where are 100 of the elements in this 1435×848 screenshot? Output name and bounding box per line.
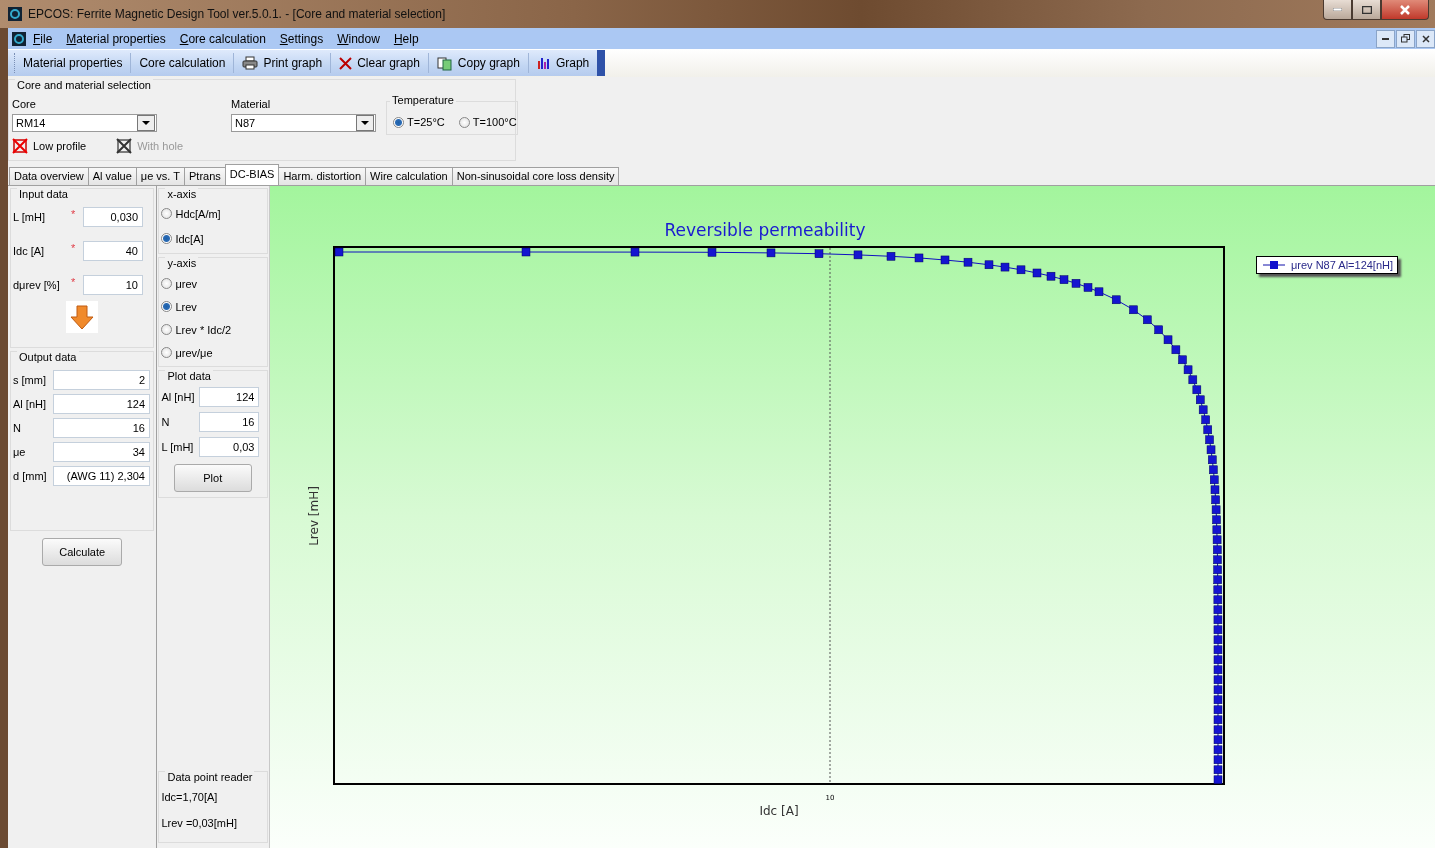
output-field[interactable]: 34 <box>53 442 150 462</box>
radio-button[interactable] <box>161 301 173 312</box>
close-button[interactable] <box>1381 0 1429 20</box>
radio-label: T=100°C <box>472 116 517 128</box>
radio-label: Lrev <box>175 300 197 313</box>
input-field[interactable]: 0,030 <box>83 207 143 227</box>
x-axis-label: Idc [A] <box>759 804 799 818</box>
group-title: Output data <box>17 351 79 363</box>
toolbar-button[interactable]: Clear graph <box>330 53 428 73</box>
plot-button[interactable]: Plot <box>173 464 252 492</box>
radio-label: T=25°C <box>407 116 445 128</box>
required-mark: * <box>71 276 77 288</box>
output-field[interactable]: 16 <box>53 418 150 438</box>
tab[interactable]: Data overview <box>9 167 89 185</box>
radio-label: μrev <box>175 277 198 290</box>
radio-button[interactable] <box>458 116 470 128</box>
menu-item[interactable]: Settings <box>272 31 331 46</box>
group-title: Plot data <box>165 370 213 382</box>
reader-value: Lrev =0,03[mH] <box>161 816 238 831</box>
radio-button[interactable] <box>161 324 173 335</box>
output-field[interactable]: (AWG 11) 2,304 <box>53 466 150 486</box>
menu-item[interactable]: Window <box>330 31 387 46</box>
plot-field[interactable]: 16 <box>199 412 260 432</box>
group-title: x-axis <box>165 188 199 200</box>
group-title: y-axis <box>165 257 199 269</box>
tab[interactable]: μe vs. T <box>135 167 185 185</box>
minimize-icon <box>1382 37 1389 40</box>
tab[interactable]: Ptrans <box>184 167 226 185</box>
menu-item[interactable]: File <box>26 31 60 46</box>
bar-chart-icon <box>536 56 551 70</box>
field-label: N <box>13 422 22 434</box>
minimize-icon <box>1333 8 1342 11</box>
tab[interactable]: Wire calculation <box>365 167 453 185</box>
output-field[interactable]: 124 <box>53 394 150 414</box>
output-field[interactable]: 2 <box>53 370 150 390</box>
field-label: μe <box>13 446 27 458</box>
copy-icon <box>436 55 453 71</box>
toolbar-button[interactable]: Core calculation <box>130 53 234 73</box>
restore-button[interactable] <box>1396 29 1415 48</box>
calculate-button[interactable]: Calculate <box>42 538 123 566</box>
input-field[interactable]: 10 <box>83 275 143 295</box>
radio-label: Lrev * Idc/2 <box>175 323 232 336</box>
input-field[interactable]: 40 <box>83 241 143 261</box>
reader-value: Idc=1,70[A] <box>161 790 219 805</box>
radio-button[interactable] <box>161 208 173 219</box>
field-label: Al [nH] <box>13 398 47 410</box>
legend-marker-icon <box>1263 261 1285 269</box>
menu-item[interactable]: Help <box>386 31 426 46</box>
close-icon <box>1400 4 1410 15</box>
required-mark: * <box>71 208 77 220</box>
group-title: Core and material selection <box>15 79 153 91</box>
chart-title: Reversible permeability <box>664 220 866 240</box>
tab[interactable]: Harm. distortion <box>278 167 367 185</box>
field-label: N <box>161 416 171 428</box>
tab[interactable]: Non-sinusoidal core loss density <box>451 167 620 185</box>
field-label: L [mH] <box>13 211 46 223</box>
maximize-button[interactable] <box>1352 0 1381 20</box>
field-label: Idc [A] <box>13 245 46 257</box>
close-button[interactable] <box>1416 29 1435 48</box>
tab[interactable]: DC-BIAS <box>224 164 280 185</box>
tab[interactable]: Al value <box>87 167 137 185</box>
window-title: EPCOS: Ferrite Magnetic Design Tool ver.5.0.1. - [Core and material selection] <box>28 7 447 21</box>
radio-label: Idc[A] <box>175 232 204 245</box>
menu-item[interactable]: Material properties <box>59 31 173 46</box>
y-axis-label: Lrev [mH] <box>307 486 321 546</box>
core-dropdown[interactable]: RM14 <box>12 114 157 132</box>
field-label: d [mm] <box>13 470 48 482</box>
restore-icon <box>1401 34 1410 43</box>
field-label: s [mm] <box>13 374 47 386</box>
toggle-option[interactable]: Low profile <box>12 138 87 154</box>
radio-label: Hdc[A/m] <box>175 207 221 220</box>
menu-item[interactable]: Core calculation <box>172 31 273 46</box>
radio-button[interactable] <box>393 116 405 128</box>
crossed-square-icon <box>116 138 133 154</box>
minimize-button[interactable] <box>1323 0 1352 20</box>
required-mark: * <box>71 242 77 254</box>
radio-button[interactable] <box>161 233 173 244</box>
field-label: Core <box>12 98 37 110</box>
radio-label: μrev/μe <box>175 346 213 359</box>
radio-button[interactable] <box>161 347 173 358</box>
toolbar-button[interactable]: Copy graph <box>427 53 528 73</box>
legend-label: μrev N87 Al=124[nH] <box>1291 259 1394 271</box>
crossed-square-icon <box>12 138 28 154</box>
plot-field[interactable]: 124 <box>199 387 260 407</box>
printer-icon <box>242 56 259 70</box>
x-icon <box>339 56 353 70</box>
field-label: Material <box>231 98 272 110</box>
radio-button[interactable] <box>161 278 173 289</box>
group-title: Temperature <box>390 94 456 106</box>
field-label: L [mH] <box>161 441 195 453</box>
toolbar-button[interactable]: Graph <box>527 53 598 73</box>
field-label: dμrev [%] <box>13 279 61 291</box>
field-label: Al [nH] <box>161 391 196 403</box>
app-icon <box>12 31 26 46</box>
material-dropdown[interactable]: N87 <box>231 114 377 132</box>
plot-field[interactable]: 0,03 <box>199 437 260 457</box>
toolbar-button[interactable]: Print graph <box>233 53 331 73</box>
minimize-button[interactable] <box>1376 29 1395 48</box>
toolbar-button[interactable]: Material properties <box>14 53 131 73</box>
app-icon <box>8 7 22 21</box>
